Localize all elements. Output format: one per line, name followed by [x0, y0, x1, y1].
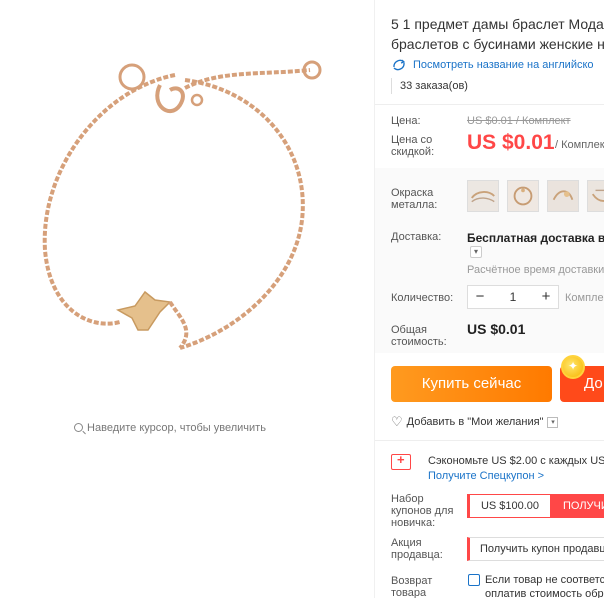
color-option-thumbnail[interactable] — [467, 180, 499, 212]
quantity-increase-button[interactable]: + — [534, 286, 558, 308]
color-label: Окраска металла: — [391, 187, 438, 211]
total-price: US $0.01 — [467, 321, 526, 337]
get-coupon-button[interactable]: ПОЛУЧИ — [551, 494, 604, 518]
zoom-hint: Наведите курсор, чтобы увеличить — [0, 422, 340, 434]
return-policy-icon — [468, 574, 480, 586]
heart-icon: ♡ — [391, 414, 403, 429]
product-details: 5 1 предмет дамы браслет Мода л браслето… — [375, 0, 604, 598]
coin-icon — [561, 355, 585, 379]
original-price: US $0.01 / Комплект — [467, 115, 571, 127]
new-user-coupon-value: US $100.00 — [467, 494, 551, 518]
divider — [375, 440, 604, 441]
quantity-input[interactable]: 1 — [492, 290, 534, 304]
return-policy-text: Если товар не соответс оплатив стоимость… — [485, 574, 604, 598]
wishlist-link[interactable]: ♡ Добавить в "Мои желания" ▾ — [391, 414, 559, 430]
translate-icon — [393, 59, 406, 71]
shipping-option[interactable]: Бесплатная доставка в Ru — [467, 231, 604, 245]
product-title: 5 1 предмет дамы браслет Мода л браслето… — [391, 16, 604, 52]
seller-coupon-button[interactable]: Получить купон продавц — [467, 537, 604, 561]
chevron-down-icon[interactable]: ▾ — [547, 416, 559, 428]
new-user-coupon-label: Набор купонов для новичка: — [391, 493, 454, 529]
quantity-unit: Компле — [565, 292, 604, 304]
sale-price-label: Цена со скидкой: — [391, 134, 435, 158]
magnifier-icon — [74, 423, 84, 432]
sale-price: US $0.01 — [467, 131, 555, 154]
color-option-thumbnail[interactable] — [547, 180, 579, 212]
buy-now-button[interactable]: Купить сейчас — [391, 366, 552, 402]
product-gallery: Наведите курсор, чтобы увеличить — [0, 0, 374, 598]
color-option-thumbnail[interactable] — [507, 180, 539, 212]
coupon-icon — [391, 452, 411, 470]
chevron-down-icon[interactable]: ▾ — [470, 246, 482, 258]
return-label: Возврат товара — [391, 575, 433, 598]
translate-title-link[interactable]: Посмотреть название на английско — [391, 58, 594, 72]
quantity-stepper: − 1 + — [467, 285, 559, 309]
coupon-savings-text: Сэкономьте US $2.00 с каждых US — [428, 455, 604, 467]
quantity-label: Количество: — [391, 292, 454, 304]
price-unit: / Комплект — [555, 139, 604, 151]
seller-promo-label: Акция продавца: — [391, 537, 443, 561]
shipping-label: Доставка: — [391, 231, 442, 243]
orders-count: 33 заказа(ов) — [391, 78, 468, 94]
product-image[interactable] — [20, 30, 350, 390]
price-label: Цена: — [391, 115, 421, 127]
quantity-decrease-button[interactable]: − — [468, 286, 492, 308]
delivery-estimate: Расчётное время доставки — [467, 264, 604, 276]
total-label: Общая стоимость: — [391, 324, 447, 348]
divider — [375, 104, 604, 105]
color-thumbnails — [467, 180, 604, 212]
color-option-thumbnail[interactable] — [587, 180, 604, 212]
special-coupon-link[interactable]: Получите Спецкупон > — [428, 470, 544, 482]
